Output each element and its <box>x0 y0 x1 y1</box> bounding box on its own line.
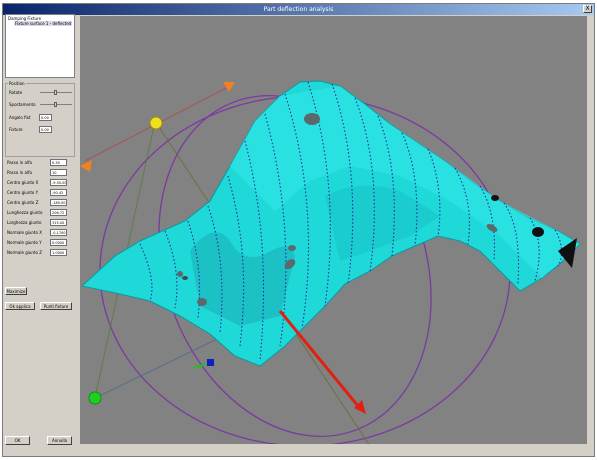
param-input[interactable]: 315.00 <box>50 219 67 226</box>
handle-orange-top[interactable] <box>223 82 235 92</box>
move-slider[interactable] <box>40 102 72 107</box>
angle-label: Angolo fixt <box>9 115 31 120</box>
hole-left-2 <box>197 298 207 306</box>
hole-top <box>304 113 320 125</box>
param-label: Centro giunto X <box>7 180 39 185</box>
param-input[interactable]: 1.0000 <box>50 249 67 256</box>
triad-origin <box>207 359 214 366</box>
param-label: Passo in alfa <box>7 160 32 165</box>
fixture-input[interactable]: 0.00 <box>39 126 52 133</box>
handle-orange-left[interactable] <box>80 160 92 172</box>
position-group: Position Rotate Spostamento Angolo fixt … <box>5 81 75 157</box>
hole-right-2 <box>532 227 544 237</box>
param-label: Normale giunto Z <box>7 250 42 255</box>
fixture-label: Fixture <box>9 127 23 132</box>
param-input[interactable]: -0.1700 <box>50 229 67 236</box>
viewport-scene <box>80 80 581 444</box>
rotate-slider[interactable] <box>40 90 72 95</box>
hole-left-3 <box>182 276 188 280</box>
fixture-points-button[interactable]: Punti fixture <box>40 302 72 310</box>
position-group-caption: Position <box>8 81 26 86</box>
param-label: Centro giunto Z <box>7 200 39 205</box>
param-input[interactable]: 206.72 <box>50 209 67 216</box>
hole-mid <box>288 245 296 251</box>
param-label: Larghezza giunto <box>7 220 42 225</box>
hole-right-1 <box>491 195 499 201</box>
cancel-button[interactable]: Annulla <box>47 436 72 445</box>
tree-node-selected[interactable]: Fixture surface 1 - deflected <box>14 21 73 26</box>
param-label: Lunghezza giunto <box>7 210 43 215</box>
fixture-tree[interactable]: Damping Fixture Fixture surface 1 - defl… <box>5 14 75 78</box>
param-input[interactable]: 0.30 <box>50 159 67 166</box>
param-input[interactable]: -9.50.00 <box>50 179 67 186</box>
window-title: Part deflection analysis <box>263 6 334 13</box>
title-bar: Part deflection analysis X <box>3 4 594 15</box>
rotate-label: Rotate <box>9 90 23 95</box>
handle-yellow[interactable] <box>149 116 163 130</box>
deflection-arrow-shaft <box>278 310 360 407</box>
apply-button[interactable]: Ok applica <box>5 302 35 310</box>
triad-x-axis <box>193 363 207 369</box>
param-input[interactable]: -180.00 <box>50 199 67 206</box>
param-label: Normale giunto X <box>7 230 42 235</box>
angle-input[interactable]: 0.00 <box>39 114 52 121</box>
3d-viewport[interactable] <box>80 16 587 444</box>
control-panel: Damping Fixture Fixture surface 1 - defl… <box>2 12 75 452</box>
hole-left-1 <box>177 271 183 277</box>
maximize-button[interactable]: Maximize <box>5 287 27 295</box>
param-label: Centro giunto Y <box>7 190 39 195</box>
move-label: Spostamento <box>9 102 36 107</box>
ok-button[interactable]: OK <box>5 436 30 445</box>
param-input[interactable]: -90.43 <box>50 189 67 196</box>
param-label: Passo in alfa <box>7 170 32 175</box>
move-slider-thumb[interactable] <box>54 102 57 107</box>
param-input[interactable]: 10 <box>50 169 67 176</box>
handle-green[interactable] <box>88 391 102 405</box>
rotate-slider-thumb[interactable] <box>54 90 57 95</box>
close-button[interactable]: X <box>583 5 592 13</box>
param-label: Normale giunto Y <box>7 240 42 245</box>
param-input[interactable]: 0.0000 <box>50 239 67 246</box>
